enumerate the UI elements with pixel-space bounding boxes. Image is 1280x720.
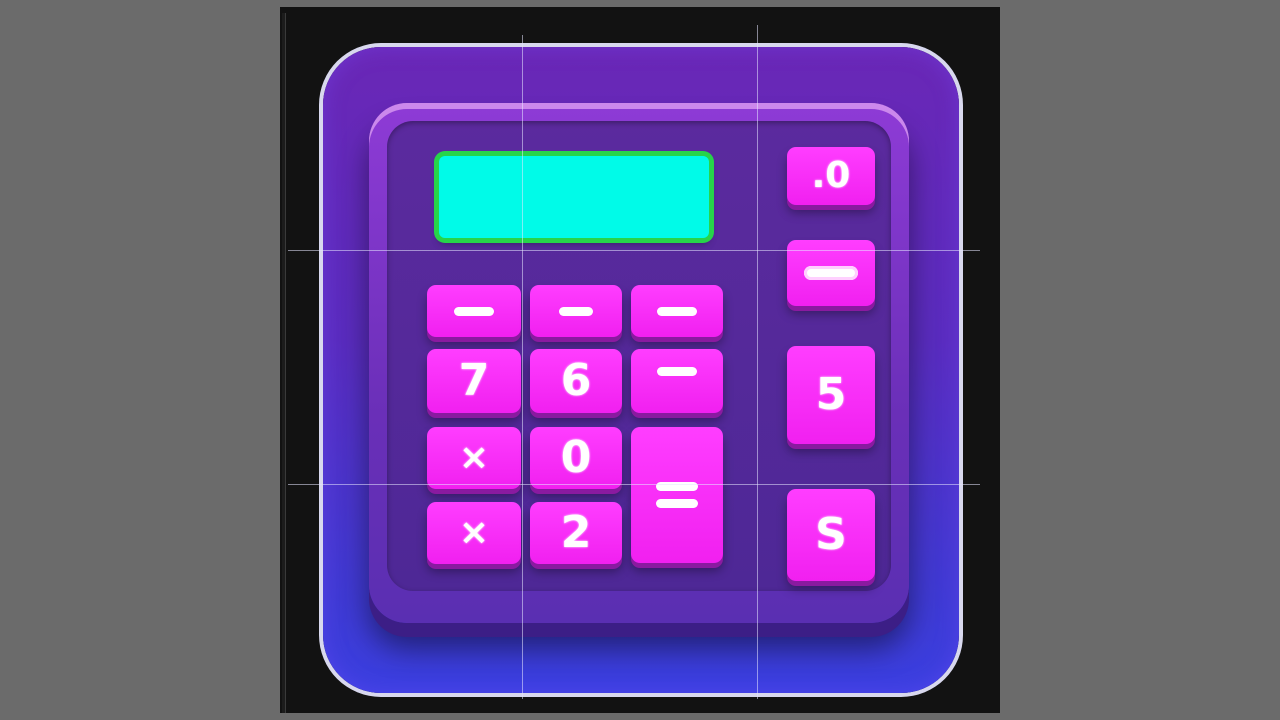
key-side-decimal[interactable]: .0 (787, 147, 875, 205)
key-label: .0 (811, 155, 851, 196)
minus-icon (657, 306, 697, 316)
key-label: 7 (458, 355, 490, 406)
key-label: × (458, 512, 490, 553)
equals-icon (656, 482, 698, 508)
frame-edge (282, 13, 286, 713)
key-side-s[interactable]: S (787, 489, 875, 581)
key-0[interactable]: 0 (530, 427, 622, 489)
pill-icon (804, 266, 858, 280)
calculator-body: 7 6 × 0 × 2 .0 5 S (369, 103, 909, 623)
key-label: × (458, 437, 490, 478)
minus-icon (657, 367, 697, 376)
key-2[interactable]: 2 (530, 502, 622, 564)
guide-line-vertical-2 (757, 25, 758, 699)
key-label: 6 (560, 355, 592, 406)
guide-line-horizontal-1 (288, 250, 980, 251)
calculator-display (439, 156, 709, 238)
image-frame: 7 6 × 0 × 2 .0 5 S (280, 7, 1000, 713)
key-minus-4[interactable] (631, 349, 723, 413)
key-label: 2 (560, 507, 592, 558)
key-side-5[interactable]: 5 (787, 346, 875, 444)
minus-icon (559, 306, 593, 316)
minus-icon (454, 306, 494, 316)
guide-line-horizontal-2 (288, 484, 980, 485)
key-minus-3[interactable] (631, 285, 723, 337)
key-multiply-2[interactable]: × (427, 502, 521, 564)
key-label: 0 (560, 432, 592, 483)
key-equals[interactable] (631, 427, 723, 563)
key-minus-2[interactable] (530, 285, 622, 337)
canvas: 7 6 × 0 × 2 .0 5 S (0, 0, 1280, 720)
guide-line-vertical-1 (522, 35, 523, 699)
key-label: 5 (815, 369, 847, 420)
key-label: S (815, 509, 847, 560)
key-multiply-1[interactable]: × (427, 427, 521, 489)
key-6[interactable]: 6 (530, 349, 622, 413)
calculator-face: 7 6 × 0 × 2 .0 5 S (387, 121, 891, 591)
key-7[interactable]: 7 (427, 349, 521, 413)
calculator-app-icon[interactable]: 7 6 × 0 × 2 .0 5 S (323, 47, 959, 693)
key-minus-1[interactable] (427, 285, 521, 337)
